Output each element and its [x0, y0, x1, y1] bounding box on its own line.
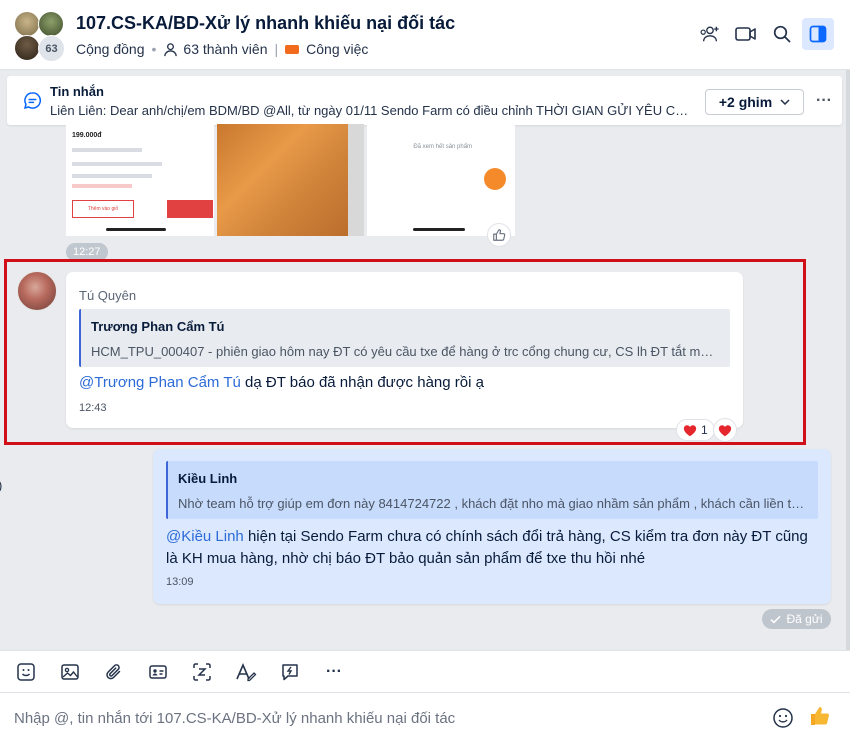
message-time: 12:43: [79, 402, 107, 414]
album-image-product-page[interactable]: 199.000đ Thêm vào giỏ: [66, 124, 214, 236]
image-price-text: 199.000đ: [72, 132, 102, 139]
mention-link[interactable]: @Kiều Linh: [166, 528, 244, 545]
conversation-title[interactable]: 107.CS-KA/BD-Xử lý nhanh khiếu nại đối t…: [76, 13, 455, 34]
pinned-title: Tin nhắn: [50, 84, 104, 99]
image-mascot: [484, 168, 507, 190]
scrollbar[interactable]: [846, 70, 850, 650]
pins-dropdown-button[interactable]: +2 ghim: [705, 89, 804, 115]
quoted-text: Nhờ team hỗ trợ giúp em đơn này 84147247…: [178, 496, 808, 511]
message-bubble-icon: [23, 92, 42, 109]
attach-file-button[interactable]: [98, 656, 130, 688]
quoted-message[interactable]: Trương Phan Cẩm Tú HCM_TPU_000407 - phiê…: [79, 309, 730, 367]
composer-toolbar: ···: [0, 650, 850, 692]
pinned-preview: Liên Liên: Dear anh/chị/em BDM/BD @All, …: [50, 103, 695, 118]
message-text: @Trương Phan Cẩm Tú dạ ĐT báo đã nhận đư…: [79, 374, 484, 391]
conversation-subline: Cộng đồng • 63 thành viên | Công việc: [76, 41, 368, 57]
sidebar-toggle-icon: [809, 25, 827, 43]
search-button[interactable]: [766, 18, 798, 50]
member-avatar: [14, 11, 40, 37]
group-avatar[interactable]: 63: [14, 11, 66, 62]
react-button[interactable]: [713, 418, 737, 442]
image-buy-button: [167, 200, 213, 218]
member-count-badge: 63: [38, 35, 65, 62]
image-caption-text: Đã xem hết sản phẩm: [413, 144, 473, 150]
reaction-summary[interactable]: 1: [676, 419, 715, 441]
quoted-message[interactable]: Kiều Linh Nhờ team hỗ trợ giúp em đơn nà…: [166, 461, 818, 519]
search-icon: [773, 25, 791, 43]
mention-link[interactable]: @Trương Phan Cẩm Tú: [79, 374, 241, 391]
thumbs-up-icon[interactable]: [808, 704, 832, 728]
format-text-button[interactable]: [230, 656, 262, 688]
pins-dropdown-label: +2 ghim: [718, 94, 773, 110]
image-home-bar: [413, 228, 466, 231]
member-icon: [164, 42, 178, 56]
member-avatar: [38, 11, 64, 37]
react-button[interactable]: [487, 223, 511, 247]
more-icon: ···: [326, 662, 342, 680]
sender-name[interactable]: Tú Quyên: [79, 288, 136, 303]
message-text: @Kiều Linh hiện tại Sendo Farm chưa có c…: [166, 526, 821, 570]
community-label: Cộng đồng: [76, 41, 145, 57]
album-image-package-photo[interactable]: [216, 124, 365, 236]
message-composer: [0, 692, 850, 742]
quoted-text: HCM_TPU_000407 - phiên giao hôm nay ĐT c…: [91, 344, 720, 359]
image-icon: [61, 663, 79, 680]
reaction-count: 1: [701, 423, 708, 437]
heart-icon: [718, 424, 732, 436]
album-image-chat-screen[interactable]: Đã xem hết sản phẩm: [367, 124, 515, 236]
image-add-to-cart: Thêm vào giỏ: [72, 200, 134, 218]
sidebar-toggle-button[interactable]: [802, 18, 834, 50]
pinned-message-bar[interactable]: Tin nhắn Liên Liên: Dear anh/chị/em BDM/…: [7, 76, 842, 125]
heart-icon: [683, 424, 697, 436]
sent-status-badge: Đã gửi: [762, 609, 831, 629]
edge-fragment: ): [0, 478, 2, 493]
contact-card-icon: [149, 664, 167, 679]
image-album: 199.000đ Thêm vào giỏ Đã xem hết sản phẩ…: [66, 124, 515, 236]
attachment-icon: [106, 663, 121, 679]
tag-label[interactable]: Công việc: [306, 41, 368, 57]
header-actions: [694, 18, 834, 50]
image-text-line: [72, 184, 132, 188]
video-call-button[interactable]: [730, 18, 762, 50]
image-button[interactable]: [54, 656, 86, 688]
chevron-down-icon: [780, 99, 790, 105]
sender-avatar[interactable]: [17, 271, 57, 311]
members-link[interactable]: 63 thành viên: [183, 41, 267, 57]
quick-message-button[interactable]: [274, 656, 306, 688]
message-time: 13:09: [166, 576, 194, 588]
add-member-button[interactable]: [694, 18, 726, 50]
image-home-bar: [106, 228, 166, 231]
separator-dot: |: [274, 41, 279, 57]
message-input[interactable]: [14, 706, 754, 730]
incoming-message-bubble[interactable]: Tú Quyên Trương Phan Cẩm Tú HCM_TPU_0004…: [66, 272, 743, 428]
quick-message-icon: [282, 663, 298, 680]
sticker-icon: [17, 662, 35, 681]
separator-dot: •: [151, 41, 157, 57]
image-text-line: [72, 148, 142, 152]
quoted-sender: Kiều Linh: [178, 471, 238, 486]
emoji-icon[interactable]: [772, 707, 794, 729]
outgoing-message-bubble[interactable]: Kiều Linh Nhờ team hỗ trợ giúp em đơn nà…: [153, 449, 831, 604]
screenshot-icon: [193, 662, 211, 681]
quoted-sender: Trương Phan Cẩm Tú: [91, 319, 225, 334]
message-body: dạ ĐT báo đã nhận được hàng rồi ạ: [240, 374, 484, 391]
more-tools-button[interactable]: ···: [318, 656, 350, 688]
screenshot-button[interactable]: [186, 656, 218, 688]
chat-header: 63 107.CS-KA/BD-Xử lý nhanh khiếu nại đố…: [0, 0, 850, 70]
add-member-icon: [700, 26, 719, 42]
sent-status-label: Đã gửi: [786, 612, 823, 626]
thumbs-up-icon: [493, 229, 506, 241]
format-text-icon: [236, 662, 257, 681]
contact-card-button[interactable]: [142, 656, 174, 688]
video-call-icon: [735, 27, 756, 41]
tag-icon: [285, 44, 300, 54]
image-text-line: [72, 162, 162, 166]
member-avatar: [14, 35, 40, 61]
check-icon: [770, 615, 782, 623]
sticker-button[interactable]: [10, 656, 42, 688]
pinned-more-button[interactable]: ···: [813, 90, 835, 112]
message-body: hiện tại Sendo Farm chưa có chính sách đ…: [166, 528, 808, 567]
image-text-line: [72, 174, 152, 178]
